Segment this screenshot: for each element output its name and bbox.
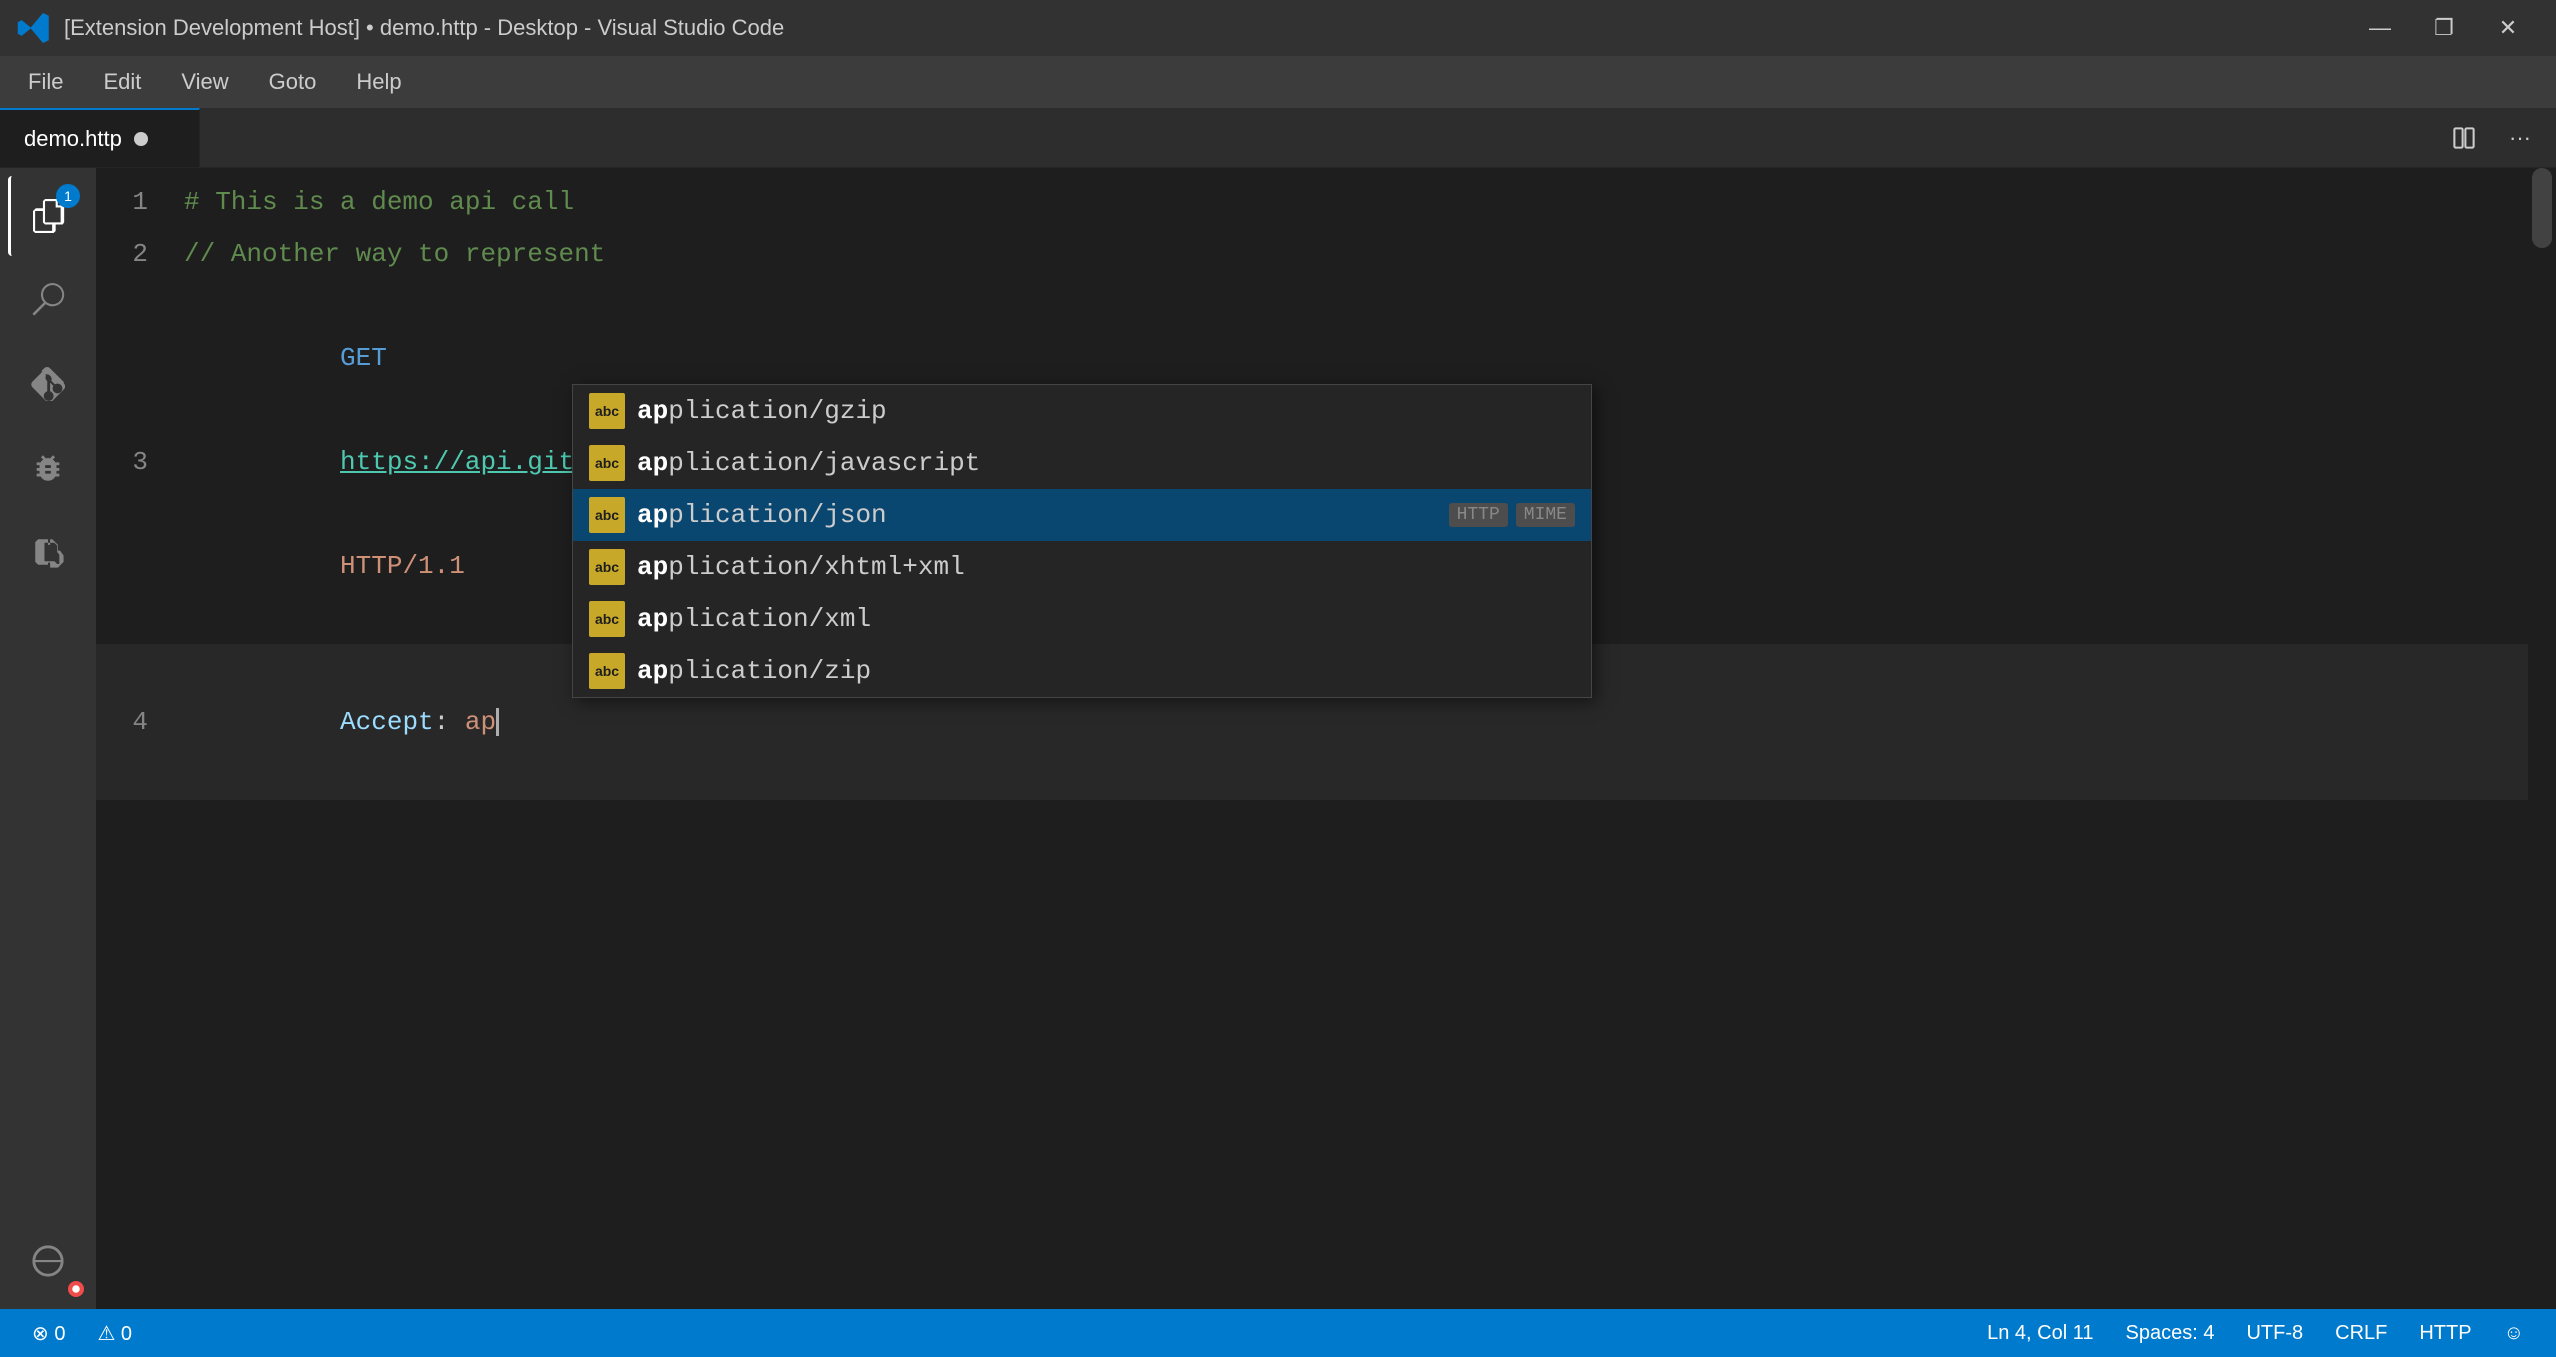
autocomplete-item-zip[interactable]: abc application/zip [573,645,1591,697]
tabbar: demo.http ··· [0,108,2556,168]
autocomplete-icon-gzip: abc [589,393,625,429]
statusbar-smiley[interactable]: ☺ [2488,1309,2540,1357]
activity-item-debug[interactable] [8,428,88,508]
line-number-2: 2 [96,228,176,280]
code-line-1: 1 # This is a demo api call [96,176,2556,228]
minimize-button[interactable]: — [2348,0,2412,56]
autocomplete-item-xml[interactable]: abc application/xml [573,593,1591,645]
autocomplete-text-zip: application/zip [637,656,1575,686]
activity-item-extensions[interactable] [8,512,88,592]
autocomplete-text-gzip: application/gzip [637,396,1575,426]
menu-help[interactable]: Help [336,61,421,103]
autocomplete-text-javascript: application/javascript [637,448,1575,478]
tab-actions: ··· [2428,108,2556,167]
tab-modified-dot [134,132,148,146]
http-badge: HTTP [1449,503,1508,527]
autocomplete-text-json: application/json [637,500,1437,530]
mime-badge: MIME [1516,503,1575,527]
activity-badge: 1 [56,184,80,208]
statusbar-warnings[interactable]: ⚠ 0 [81,1309,148,1357]
match-highlight: ap [637,396,668,426]
statusbar-encoding[interactable]: UTF-8 [2230,1309,2319,1357]
statusbar-left: ⊗ 0 ⚠ 0 [16,1309,148,1357]
activity-item-remote[interactable] [8,1221,88,1301]
statusbar-line-ending[interactable]: CRLF [2319,1309,2403,1357]
window-controls: — ❐ ✕ [2348,0,2540,56]
autocomplete-item-gzip[interactable]: abc application/gzip [573,385,1591,437]
close-button[interactable]: ✕ [2476,0,2540,56]
scrollbar-thumb [2532,168,2552,248]
autocomplete-item-javascript[interactable]: abc application/javascript [573,437,1591,489]
line-number-1: 1 [96,176,176,228]
menu-edit[interactable]: Edit [83,61,161,103]
window-title: [Extension Development Host] • demo.http… [64,15,2336,41]
menu-file[interactable]: File [8,61,83,103]
autocomplete-item-json[interactable]: abc application/json HTTP MIME [573,489,1591,541]
header-value-partial: ap [465,707,496,737]
autocomplete-badges-json: HTTP MIME [1449,503,1575,527]
autocomplete-item-xhtml[interactable]: abc application/xhtml+xml [573,541,1591,593]
match-highlight: ap [637,552,668,582]
line-number-3: 3 [96,436,176,488]
tab-label: demo.http [24,126,122,152]
match-highlight: ap [637,656,668,686]
keyword-get: GET [340,343,387,373]
maximize-button[interactable]: ❐ [2412,0,2476,56]
statusbar-language[interactable]: HTTP [2403,1309,2487,1357]
autocomplete-icon-xml: abc [589,601,625,637]
statusbar-right: Ln 4, Col 11 Spaces: 4 UTF-8 CRLF HTTP ☺ [1971,1309,2540,1357]
menu-goto[interactable]: Goto [249,61,337,103]
line-number-4: 4 [96,696,176,748]
autocomplete-text-xhtml: application/xhtml+xml [637,552,1575,582]
main-layout: 1 [0,168,2556,1309]
tab-demo-http[interactable]: demo.http [0,108,200,167]
statusbar: ⊗ 0 ⚠ 0 Ln 4, Col 11 Spaces: 4 UTF-8 CRL… [0,1309,2556,1357]
vscode-icon [16,10,52,46]
more-actions-button[interactable]: ··· [2500,118,2540,158]
text-cursor [496,708,499,736]
match-highlight: ap [637,448,668,478]
activity-item-git[interactable] [8,344,88,424]
autocomplete-icon-json: abc [589,497,625,533]
autocomplete-icon-javascript: abc [589,445,625,481]
editor-area[interactable]: 1 # This is a demo api call 2 // Another… [96,168,2556,1309]
statusbar-position[interactable]: Ln 4, Col 11 [1971,1309,2109,1357]
statusbar-spaces[interactable]: Spaces: 4 [2110,1309,2231,1357]
editor-scrollbar[interactable] [2528,168,2556,1309]
activity-item-explorer[interactable]: 1 [8,176,88,256]
http-version: HTTP/1.1 [340,551,465,581]
activity-bar: 1 [0,168,96,1309]
autocomplete-icon-xhtml: abc [589,549,625,585]
split-editor-button[interactable] [2444,118,2484,158]
activity-item-search[interactable] [8,260,88,340]
code-line-2: 2 // Another way to represent [96,228,2556,280]
match-highlight: ap [637,604,668,634]
autocomplete-icon-zip: abc [589,653,625,689]
menubar: File Edit View Goto Help [0,56,2556,108]
statusbar-errors[interactable]: ⊗ 0 [16,1309,81,1357]
line-content-2: // Another way to represent [176,228,2556,280]
autocomplete-dropdown[interactable]: abc application/gzip abc application/jav… [572,384,1592,698]
menu-view[interactable]: View [161,61,248,103]
header-name: Accept [340,707,434,737]
match-highlight: ap [637,500,668,530]
autocomplete-text-xml: application/xml [637,604,1575,634]
line-content-1: # This is a demo api call [176,176,2556,228]
titlebar: [Extension Development Host] • demo.http… [0,0,2556,56]
